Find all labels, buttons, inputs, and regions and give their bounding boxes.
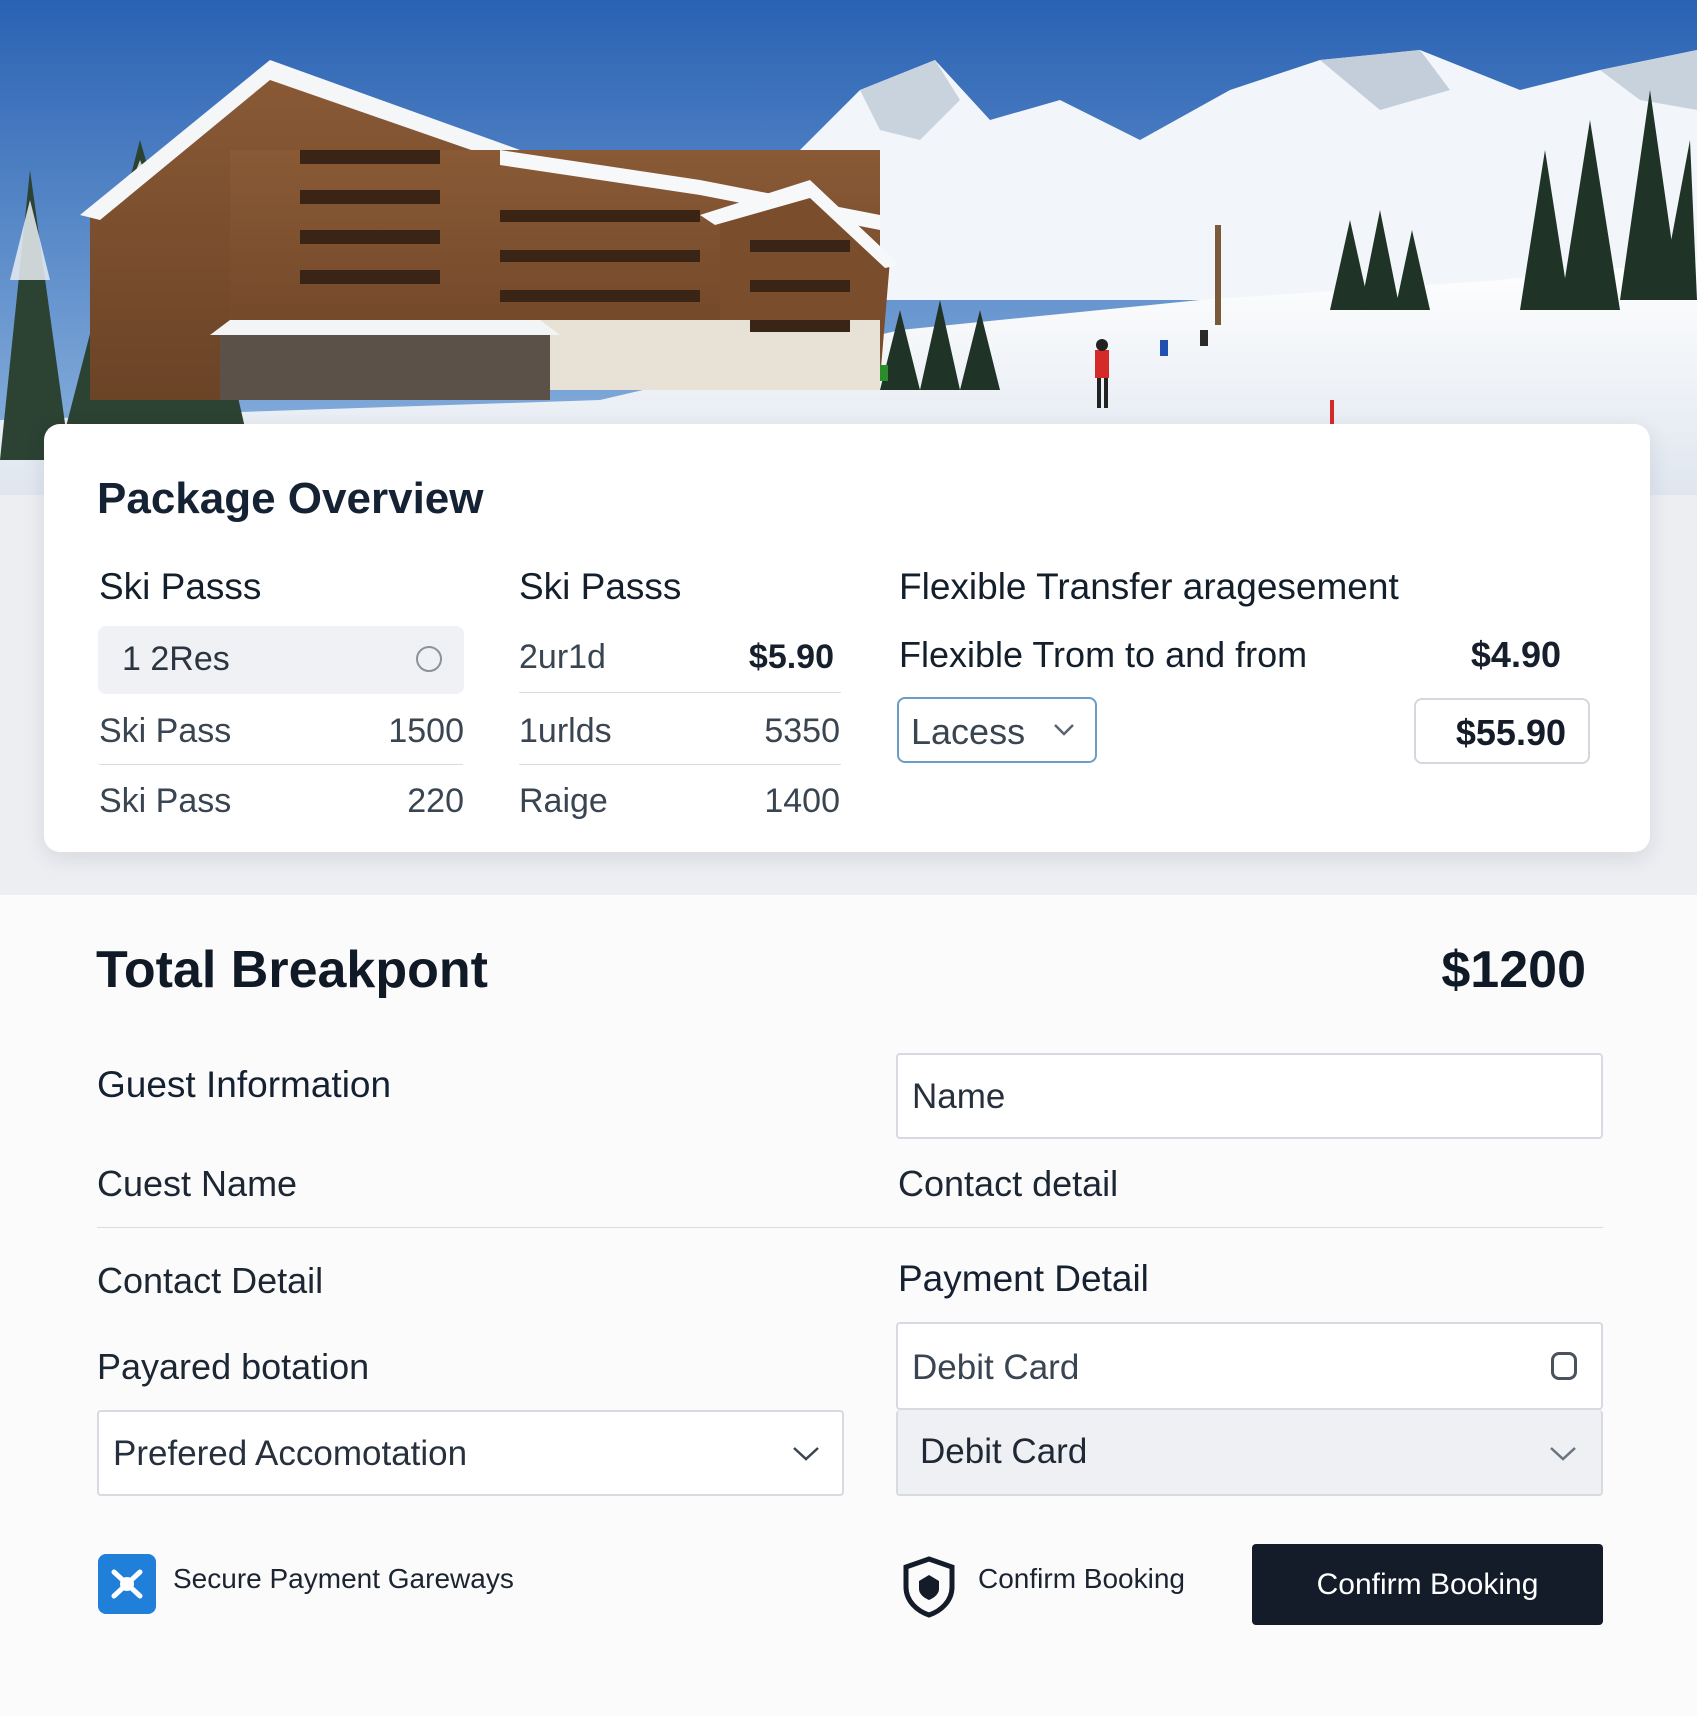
col2-row-1-label: 2ur1d — [519, 638, 606, 676]
col2-row-3-label: Raige — [519, 782, 608, 820]
hero-image — [0, 0, 1697, 495]
col2-row-2-label: 1urlds — [519, 712, 612, 750]
name-input-placeholder: Name — [912, 1077, 1006, 1116]
transfer-price-value: $55.90 — [1455, 712, 1566, 753]
col1-row-2-label: Ski Pass — [99, 782, 232, 820]
package-overview-card: Package Overview Ski Passs 1 2Res Ski Pa… — [44, 424, 1650, 852]
name-input[interactable]: Name — [896, 1053, 1603, 1139]
col2-heading: Ski Passs — [519, 566, 682, 607]
debit-card-select[interactable]: Debit Card — [896, 1410, 1603, 1496]
accommodation-select[interactable]: Prefered Accomotation — [97, 1410, 844, 1496]
contact-detail-left-label: Contact Detail — [97, 1260, 324, 1301]
col1-row-2-value: 220 — [407, 782, 464, 820]
total-amount: $1200 — [1441, 941, 1586, 999]
transfer-select-value: Lacess — [911, 711, 1026, 752]
guest-information-title: Guest Information — [97, 1064, 392, 1105]
transfer-line-label: Flexible Trom to and from — [899, 634, 1308, 675]
divider — [519, 764, 841, 765]
debit-card-field[interactable]: Debit Card — [896, 1322, 1603, 1410]
payment-detail-label: Payment Detail — [898, 1258, 1149, 1299]
accommodation-select-value: Prefered Accomotation — [113, 1434, 468, 1473]
total-title: Total Breakpont — [96, 941, 488, 999]
ski-pass-option-selected[interactable]: 1 2Res — [98, 626, 464, 694]
col2-row-1-value: $5.90 — [748, 638, 834, 676]
transfer-select[interactable]: Lacess — [897, 697, 1097, 763]
contact-detail-right-label: Contact detail — [898, 1163, 1119, 1204]
ski-pass-option-label: 1 2Res — [122, 640, 230, 678]
debit-card-select-value: Debit Card — [920, 1432, 1088, 1471]
package-overview-title: Package Overview — [97, 474, 484, 523]
chevron-down-icon — [1054, 724, 1074, 736]
radio-icon[interactable] — [416, 646, 442, 672]
chevron-down-icon — [793, 1447, 819, 1461]
chevron-down-icon — [1550, 1447, 1576, 1461]
accommodation-label: Payared botation — [97, 1346, 370, 1387]
col2-row-2-value: 5350 — [764, 712, 840, 750]
confirm-booking-text: Confirm Booking — [978, 1563, 1185, 1594]
col3-heading: Flexible Transfer aragesement — [899, 566, 1399, 607]
col1-row-1-value: 1500 — [388, 712, 464, 750]
divider — [99, 764, 463, 765]
col1-row-1-label: Ski Pass — [99, 712, 232, 750]
card-toggle-icon[interactable] — [1551, 1352, 1577, 1380]
divider — [519, 692, 841, 693]
col2-row-3-value: 1400 — [764, 782, 840, 820]
secure-payment-text: Secure Payment Gareways — [173, 1563, 514, 1594]
transfer-line-price: $4.90 — [1470, 634, 1561, 675]
shield-icon — [900, 1555, 958, 1619]
guest-name-label: Cuest Name — [97, 1163, 298, 1204]
col1-heading: Ski Passs — [99, 566, 262, 607]
divider — [97, 1227, 1603, 1228]
secure-payment-icon — [98, 1554, 156, 1614]
transfer-price-box: $55.90 — [1414, 698, 1590, 764]
debit-card-field-value: Debit Card — [912, 1348, 1080, 1387]
confirm-booking-button[interactable]: Confirm Booking — [1252, 1544, 1603, 1625]
